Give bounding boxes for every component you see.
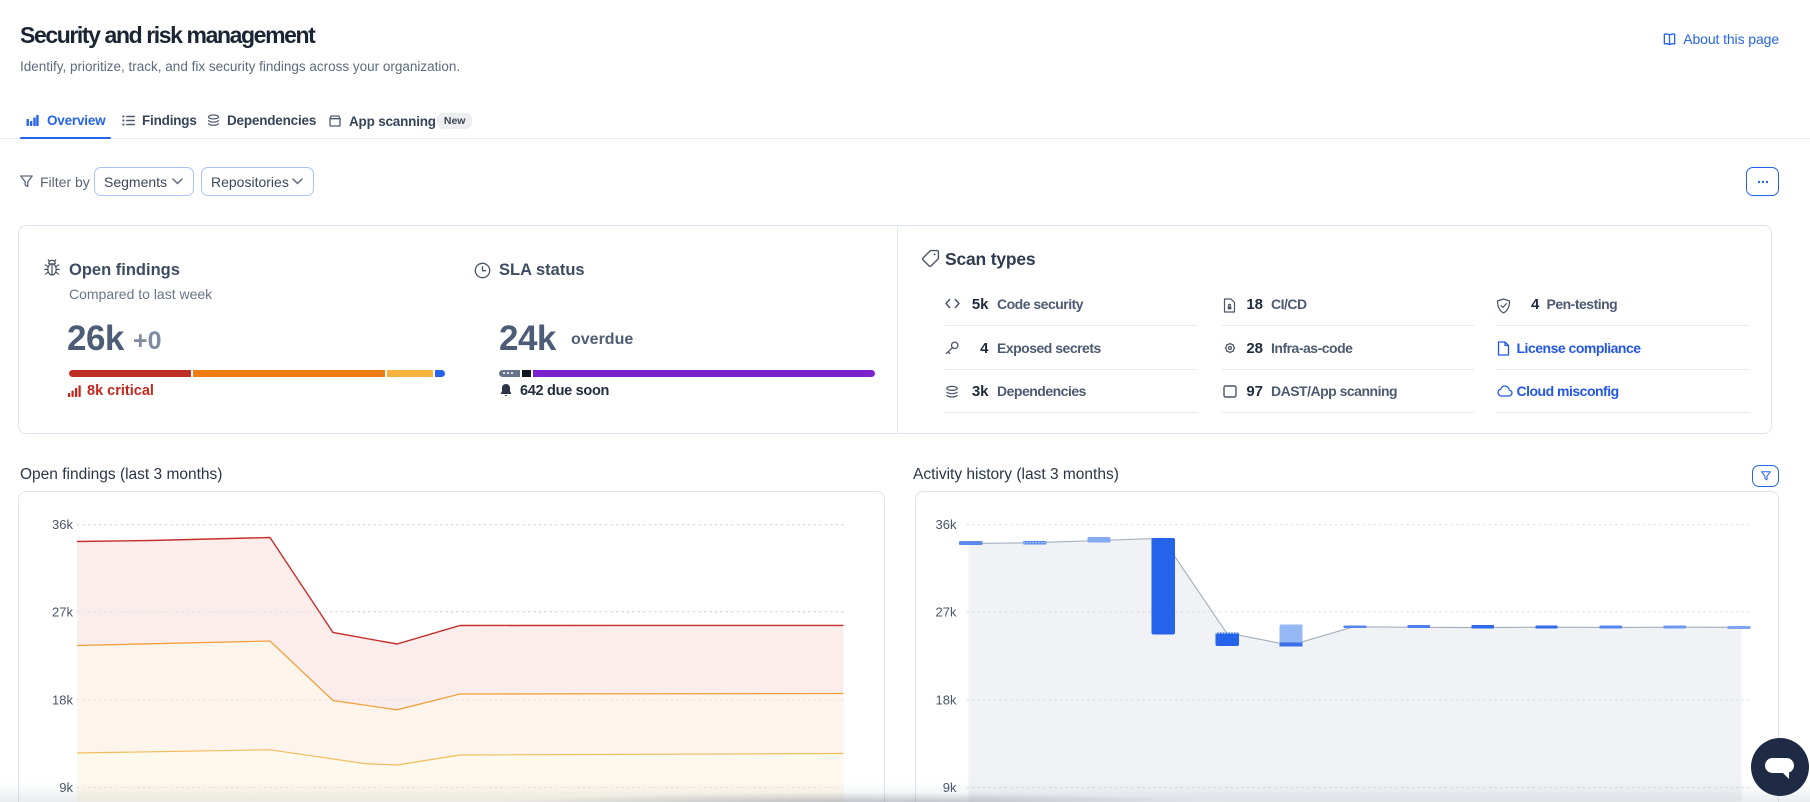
svg-text:27k: 27k (935, 604, 956, 619)
svg-text:27k: 27k (52, 604, 73, 619)
svg-text:18k: 18k (935, 692, 956, 707)
svg-text:18k: 18k (52, 692, 73, 707)
svg-text:9k: 9k (942, 780, 956, 795)
svg-text:36k: 36k (52, 517, 73, 532)
svg-text:9k: 9k (59, 780, 73, 795)
svg-text:36k: 36k (935, 517, 956, 532)
